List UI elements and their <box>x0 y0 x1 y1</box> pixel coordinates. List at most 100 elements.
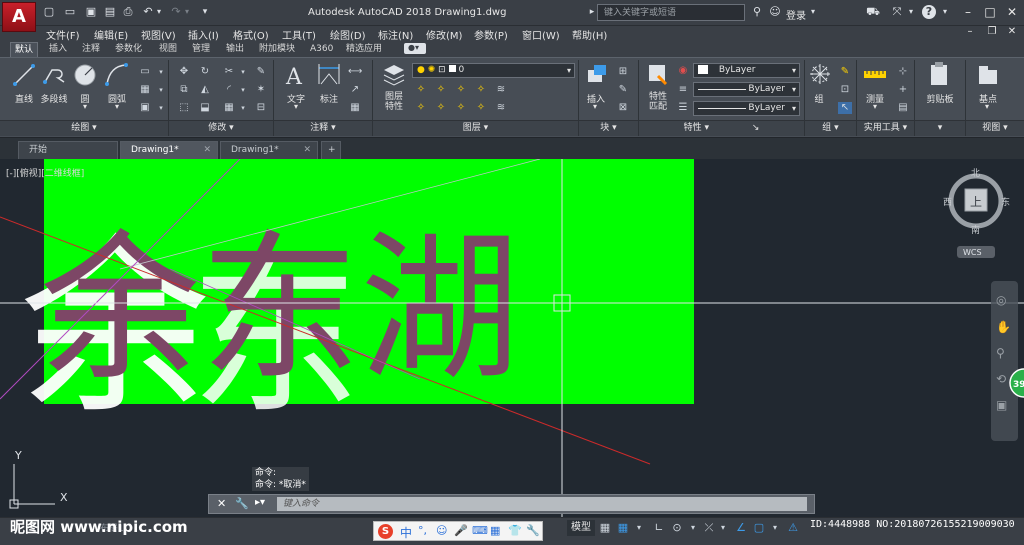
layers-panel-footer[interactable]: 图层 ▾ <box>373 120 578 136</box>
object-snap-icon[interactable]: ▢ <box>752 521 766 535</box>
minimize-icon[interactable]: – <box>960 4 976 20</box>
punctuation-icon[interactable]: °, <box>418 524 427 537</box>
viewcube-east[interactable]: 东 <box>1001 196 1010 208</box>
layer-isolate-icon[interactable]: ✧ <box>434 84 448 96</box>
linear-dim-icon[interactable]: ⟷ <box>348 66 362 78</box>
stretch-icon[interactable]: ⬚ <box>177 102 191 114</box>
cart-icon[interactable]: ⛟ <box>866 5 880 19</box>
save-icon[interactable]: ▣ <box>84 5 98 19</box>
login-dropdown-icon[interactable]: ▾ <box>806 5 820 19</box>
ribbon-minimize-icon[interactable]: ●▾ <box>404 43 426 54</box>
lineweight-icon[interactable]: ☰ <box>676 102 690 114</box>
layer-properties-icon[interactable] <box>382 62 406 88</box>
menu-parameters[interactable]: 参数(P) <box>474 27 508 42</box>
pan-icon[interactable]: ✋ <box>996 320 1011 334</box>
model-space-button[interactable]: 模型 <box>567 520 595 536</box>
groups-panel-footer[interactable]: 组 ▾ <box>805 120 856 136</box>
trim-icon[interactable]: ✂ <box>222 66 236 78</box>
boundary-icon[interactable]: ▣ <box>138 102 152 114</box>
rectangle-dropdown-icon[interactable]: ▾ <box>154 66 168 78</box>
rotate-icon[interactable]: ↻ <box>198 66 212 78</box>
lineweight-select[interactable]: ByLayer ▾ <box>693 101 800 116</box>
snap-dropdown-icon[interactable]: ▾ <box>632 521 646 535</box>
doc-minimize-icon[interactable]: – <box>962 24 978 40</box>
polyline-icon[interactable] <box>42 62 66 88</box>
offset-icon[interactable]: ⊟ <box>254 102 268 114</box>
application-menu-button[interactable]: A <box>2 2 36 32</box>
color-select[interactable]: ByLayer ▾ <box>693 63 800 78</box>
layer-unisolate-icon[interactable]: ✧ <box>434 102 448 114</box>
polar-tracking-icon[interactable]: ⊙ <box>670 521 684 535</box>
viewcube-north[interactable]: 北 <box>971 168 980 179</box>
zoom-icon[interactable]: ⚲ <box>996 346 1005 360</box>
tab-manage[interactable]: 管理 <box>188 42 214 57</box>
layer-lock-icon[interactable]: ✧ <box>474 84 488 96</box>
doc-close-icon[interactable]: ✕ <box>1004 24 1020 40</box>
print-icon[interactable]: ⎙ <box>121 5 135 19</box>
arc-dropdown-icon[interactable]: ▾ <box>112 102 122 111</box>
hatch-icon[interactable]: ▦ <box>138 84 152 96</box>
draw-panel-footer[interactable]: 绘图 ▾ <box>0 120 168 136</box>
utilities-panel-footer[interactable]: 实用工具 ▾ <box>857 120 914 136</box>
keyboard-icon[interactable]: ⌨ <box>472 524 488 537</box>
measure-icon[interactable] <box>862 62 888 88</box>
measure-dropdown-icon[interactable]: ▾ <box>870 102 880 111</box>
tab-default[interactable]: 默认 <box>10 42 39 57</box>
layer-thaw-icon[interactable]: ✧ <box>454 102 468 114</box>
group-icon[interactable] <box>808 62 832 88</box>
viewcube-south[interactable]: 南 <box>971 224 980 236</box>
tab-annotate[interactable]: 注释 <box>78 42 104 57</box>
sogou-icon[interactable]: S <box>378 524 393 539</box>
insert-dropdown-icon[interactable]: ▾ <box>590 102 600 111</box>
emoji-icon[interactable]: ☺ <box>436 524 447 537</box>
leader-icon[interactable]: ↗ <box>348 84 362 96</box>
base-view-icon[interactable] <box>976 62 1000 88</box>
open-folder-icon[interactable]: ▭ <box>63 5 77 19</box>
clipboard-panel-footer[interactable]: ▾ <box>915 120 965 136</box>
doc-restore-icon[interactable]: ❐ <box>984 24 1000 40</box>
menu-insert[interactable]: 插入(I) <box>188 27 219 42</box>
layer-unlock-icon[interactable]: ✧ <box>474 102 488 114</box>
menu-view[interactable]: 视图(V) <box>141 27 176 42</box>
color-wheel-icon[interactable]: ◉ <box>676 65 690 77</box>
undo-dropdown-icon[interactable]: ▾ <box>155 5 163 19</box>
dimension-button[interactable]: 标注 <box>316 92 342 105</box>
explode-icon[interactable]: ✶ <box>254 84 268 96</box>
object-snap-tracking-icon[interactable]: ∠ <box>734 521 748 535</box>
calligraphy-text[interactable]: 余东湖 <box>40 215 520 402</box>
layer-properties-button[interactable]: 图层 特性 <box>379 92 409 112</box>
microphone-icon[interactable]: 🎤 <box>454 524 468 537</box>
layer-select[interactable]: ● ✺ ⊡ 0 ▾ <box>412 63 575 78</box>
redo-dropdown-icon[interactable]: ▾ <box>183 5 191 19</box>
polyline-button[interactable]: 多段线 <box>38 92 70 105</box>
steering-wheel-icon[interactable]: ◎ <box>996 293 1006 307</box>
paste-icon[interactable] <box>928 60 952 88</box>
orbit-icon[interactable]: ⟲ <box>996 372 1006 386</box>
group-edit-icon[interactable]: ⊡ <box>838 84 852 96</box>
close-tab-icon[interactable]: ✕ <box>203 142 211 159</box>
command-input[interactable]: 键入命令 <box>277 497 807 511</box>
help-icon[interactable]: ? <box>922 5 936 19</box>
rectangle-icon[interactable]: ▭ <box>138 66 152 78</box>
base-view-dropdown-icon[interactable]: ▾ <box>982 102 992 111</box>
boundary-dropdown-icon[interactable]: ▾ <box>154 102 168 114</box>
group-select-icon[interactable]: ↖ <box>838 102 852 114</box>
menu-format[interactable]: 格式(O) <box>233 27 269 42</box>
drawing-canvas[interactable]: 余 东 余东湖 X Y 上 北 南 东 西 WCS ◎ ✋ ⚲ ⟲ ▣ 39 [… <box>0 159 1024 517</box>
linetype-select[interactable]: ByLayer ▾ <box>693 82 800 97</box>
tab-featured-apps[interactable]: 精选应用 <box>342 42 386 57</box>
quick-select-icon[interactable]: ⊹ <box>896 66 910 78</box>
snap-mode-icon[interactable]: ▦ <box>616 521 630 535</box>
menu-file[interactable]: 文件(F) <box>46 27 80 42</box>
block-panel-footer[interactable]: 块 ▾ <box>579 120 638 136</box>
tab-drawing1[interactable]: Drawing1* ✕ <box>220 141 318 160</box>
copy-icon[interactable]: ⧉ <box>177 84 191 96</box>
new-tab-button[interactable]: + <box>321 141 341 160</box>
erase-icon[interactable]: ✎ <box>254 66 268 78</box>
group-button[interactable]: 组 <box>812 92 826 105</box>
layer-freeze-icon[interactable]: ✧ <box>454 84 468 96</box>
dimension-icon[interactable] <box>316 62 342 88</box>
array-icon[interactable]: ▦ <box>222 102 236 114</box>
tab-parametric[interactable]: 参数化 <box>111 42 146 57</box>
tab-addins[interactable]: 附加模块 <box>255 42 299 57</box>
